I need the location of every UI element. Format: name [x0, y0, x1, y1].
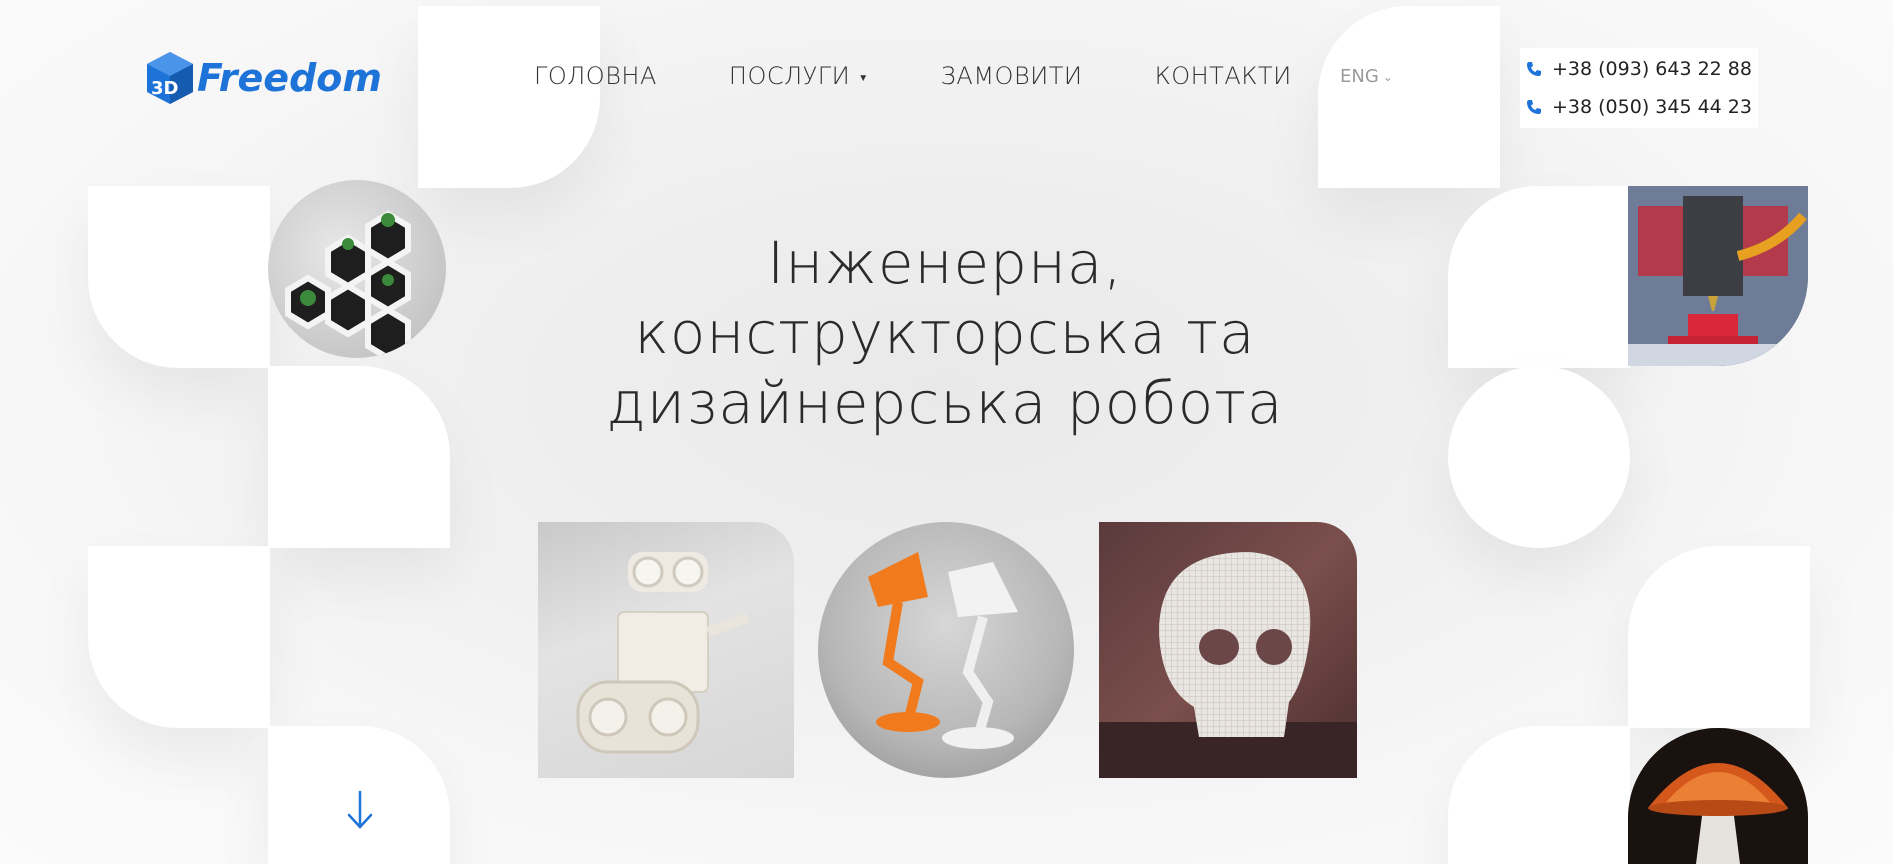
bg-tile: [88, 546, 270, 728]
planters-illustration: [285, 210, 411, 358]
lamps-illustration: [868, 552, 1018, 749]
site-header: 3D Freedom ГОЛОВНА ПОСЛУГИ ▼ ЗАМОВИТИ КОН…: [0, 0, 1893, 130]
skull-image: [1099, 522, 1357, 778]
nav-label: ПОСЛУГИ: [728, 62, 851, 90]
bg-tile: [88, 186, 270, 368]
phone-icon: [1527, 62, 1541, 76]
robot-image: [538, 522, 794, 778]
lamps-image: [818, 522, 1074, 778]
logo-text: Freedom: [197, 56, 382, 100]
hero-title-line: конструкторська та: [634, 299, 1256, 367]
nav-label: ЗАМОВИТИ: [940, 62, 1083, 90]
phone-link[interactable]: +38 (093) 643 22 88: [1526, 50, 1752, 88]
logo-prefix: 3D: [151, 78, 178, 99]
bg-tile: [1628, 546, 1810, 728]
caret-down-icon: ▼: [858, 72, 869, 84]
main-nav: ГОЛОВНА ПОСЛУГИ ▼ ЗАМОВИТИ КОНТАКТИ: [534, 62, 1364, 90]
planters-image: [268, 180, 446, 358]
nav-item-services[interactable]: ПОСЛУГИ ▼: [729, 62, 869, 90]
phone-list: +38 (093) 643 22 88 +38 (050) 345 44 23: [1520, 48, 1758, 128]
phone-icon: [1527, 100, 1541, 114]
hero-title: Інженерна, конструкторська та дизайнерсь…: [560, 228, 1330, 438]
bg-tile: [1448, 186, 1630, 368]
hero-title-line: дизайнерська робота: [606, 369, 1284, 437]
skull-illustration: [1099, 552, 1357, 778]
hero-title-line: Інженерна,: [767, 229, 1123, 297]
language-label: ENG: [1340, 66, 1379, 87]
chevron-down-icon: ⌄: [1382, 69, 1393, 84]
nav-item-home[interactable]: ГОЛОВНА: [534, 62, 657, 90]
robot-illustration: [576, 552, 750, 754]
nav-label: ГОЛОВНА: [534, 62, 657, 90]
language-switcher[interactable]: ENG ⌄: [1340, 66, 1393, 87]
logo[interactable]: 3D Freedom: [145, 50, 382, 106]
printer-illustration: [1628, 186, 1808, 366]
logo-cube-icon: 3D: [147, 52, 193, 104]
nav-item-order[interactable]: ЗАМОВИТИ: [941, 62, 1083, 90]
bg-tile: [1448, 366, 1630, 548]
bg-tile: [268, 366, 450, 548]
phone-number: +38 (050) 345 44 23: [1552, 96, 1752, 118]
nav-label: КОНТАКТИ: [1154, 62, 1292, 90]
printer-image: [1628, 186, 1808, 366]
phone-link[interactable]: +38 (050) 345 44 23: [1526, 88, 1752, 126]
phone-number: +38 (093) 643 22 88: [1552, 58, 1752, 80]
nav-item-contacts[interactable]: КОНТАКТИ: [1155, 62, 1292, 90]
arrow-down-icon[interactable]: [345, 790, 375, 830]
